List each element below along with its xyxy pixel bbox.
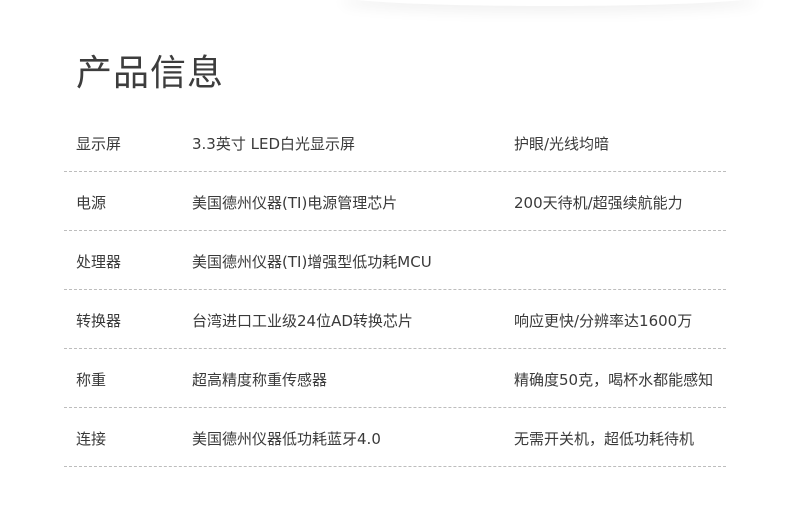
spec-benefit: 200天待机/超强续航能力 <box>514 194 683 212</box>
spec-row-display: 显示屏 3.3英寸 LED白光显示屏 护眼/光线均暗 <box>64 113 726 172</box>
spec-detail: 超高精度称重传感器 <box>192 371 328 389</box>
spec-name: 电源 <box>76 194 107 212</box>
spec-name: 连接 <box>76 430 107 448</box>
page-title: 产品信息 <box>76 53 225 94</box>
spec-benefit: 响应更快/分辨率达1600万 <box>514 312 693 330</box>
spec-name: 显示屏 <box>76 135 122 153</box>
spec-detail: 美国德州仪器(TI)电源管理芯片 <box>192 194 398 212</box>
spec-benefit: 无需开关机，超低功耗待机 <box>514 430 695 448</box>
spec-detail: 台湾进口工业级24位AD转换芯片 <box>192 312 413 330</box>
spec-detail: 美国德州仪器(TI)增强型低功耗MCU <box>192 253 432 271</box>
spec-row-weighing: 称重 超高精度称重传感器 精确度50克，喝杯水都能感知 <box>64 349 726 408</box>
spec-row-converter: 转换器 台湾进口工业级24位AD转换芯片 响应更快/分辨率达1600万 <box>64 290 726 349</box>
spec-name: 处理器 <box>76 253 122 271</box>
spec-row-power: 电源 美国德州仪器(TI)电源管理芯片 200天待机/超强续航能力 <box>64 172 726 231</box>
spec-benefit: 精确度50克，喝杯水都能感知 <box>514 371 714 389</box>
spec-name: 转换器 <box>76 312 122 330</box>
spec-row-connection: 连接 美国德州仪器低功耗蓝牙4.0 无需开关机，超低功耗待机 <box>64 408 726 467</box>
spec-table: 显示屏 3.3英寸 LED白光显示屏 护眼/光线均暗 电源 美国德州仪器(TI)… <box>64 113 726 467</box>
spec-detail: 美国德州仪器低功耗蓝牙4.0 <box>192 430 381 448</box>
spec-row-processor: 处理器 美国德州仪器(TI)增强型低功耗MCU <box>64 231 726 290</box>
spec-benefit: 护眼/光线均暗 <box>514 135 610 153</box>
top-shadow-decoration <box>340 0 760 6</box>
spec-detail: 3.3英寸 LED白光显示屏 <box>192 135 356 153</box>
spec-name: 称重 <box>76 371 107 389</box>
